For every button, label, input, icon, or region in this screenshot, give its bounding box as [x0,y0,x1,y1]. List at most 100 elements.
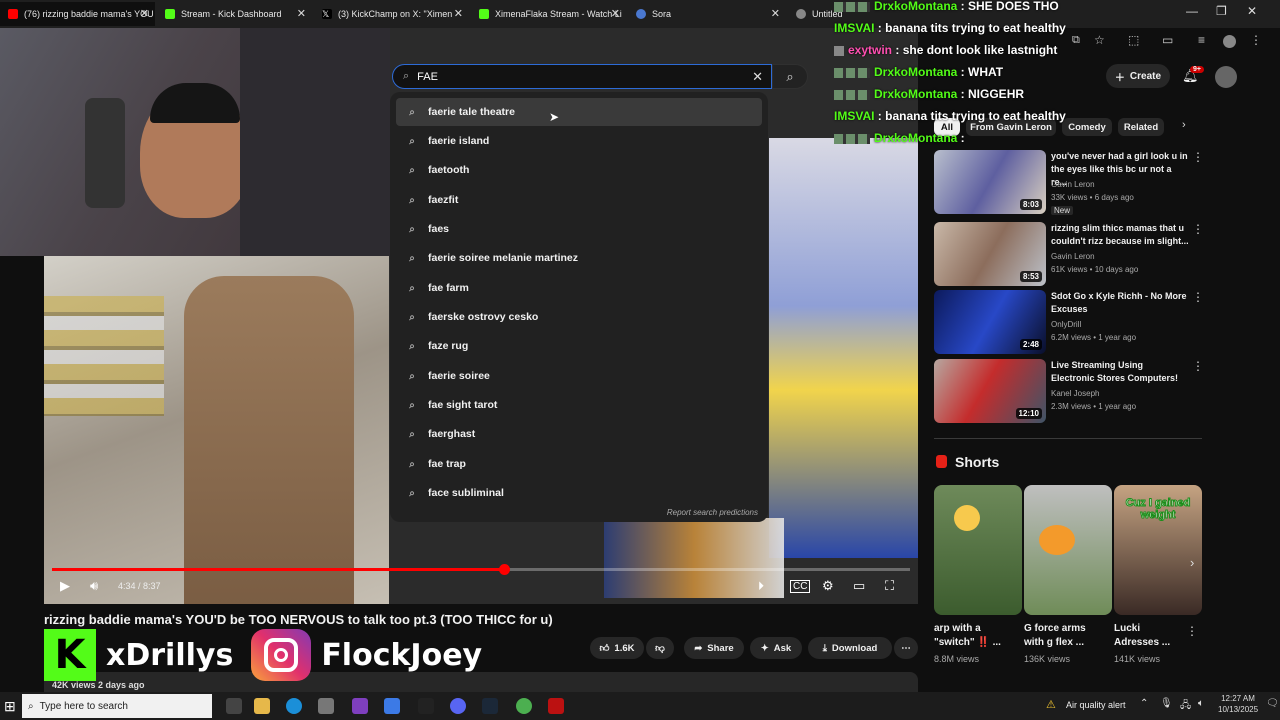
more-actions-button[interactable]: ⋯ [894,637,918,659]
tab-sora[interactable]: Sora ✕ [628,2,786,26]
theater-mode-icon[interactable]: ▭ [853,578,865,594]
tray-chevron-icon[interactable]: ⌃ [1140,698,1148,709]
profile-avatar[interactable] [1223,35,1236,48]
suggestion-item[interactable]: ⌕ faerghast [396,420,762,448]
share-button[interactable]: ➦ Share [684,637,744,659]
suggestion-item[interactable]: ⌕ faze rug [396,332,762,360]
app-icon[interactable] [548,698,564,714]
volume-icon[interactable]: 🔊︎ [90,578,98,594]
browser-menu-icon[interactable]: ⋮ [1250,33,1262,47]
microphone-icon[interactable]: 🎙︎ [1160,698,1173,709]
short-thumbnail[interactable] [934,485,1022,615]
chevron-right-icon[interactable]: › [1190,555,1194,570]
suggestion-item[interactable]: ⌕ fae trap [396,450,762,478]
file-explorer-icon[interactable] [254,698,270,714]
clear-search-icon[interactable]: ✕ [752,69,763,85]
video-thumbnail[interactable]: 8:03 [934,150,1046,214]
create-button[interactable]: ＋ Create [1106,64,1170,88]
short-title[interactable]: Lucki Adresses ... [1114,622,1174,650]
search-input[interactable]: FAE [417,71,438,83]
app-icon[interactable] [352,698,368,714]
close-icon[interactable]: ✕ [140,7,149,20]
settings-gear-icon[interactable]: ⚙︎ [822,578,834,594]
search-button[interactable]: ⌕ [772,64,808,89]
close-icon[interactable]: ✕ [771,7,780,20]
network-icon[interactable]: 🖧 [1180,698,1191,715]
channel-name[interactable]: Kanel Joseph [1051,389,1099,398]
minimize-icon[interactable]: — [1186,4,1198,18]
suggestion-item[interactable]: ⌕ fae farm [396,274,762,302]
account-avatar[interactable] [1215,66,1237,88]
speaker-icon[interactable]: 🔈︎ [1198,698,1204,709]
close-icon[interactable]: ✕ [297,7,306,20]
app-icon[interactable] [418,698,434,714]
tab-kick-dashboard[interactable]: Stream - Kick Dashboard ✕ [157,2,312,26]
video-progress-bar[interactable] [52,564,910,575]
captions-icon[interactable]: CC [790,580,811,593]
more-options-icon[interactable]: ⋮ [1192,222,1204,236]
chip-comedy[interactable]: Comedy [1062,118,1112,136]
video-thumbnail[interactable]: 2:48 [934,290,1046,354]
video-title[interactable]: Sdot Go x Kyle Richh - No More Excuses [1051,290,1189,316]
suggestion-item[interactable]: ⌕ faezfit [396,186,762,214]
close-icon[interactable]: ✕ [611,7,620,20]
tab-x[interactable]: 𝕏 (3) KickChamp on X: "Ximen ✕ [314,2,469,26]
install-icon[interactable]: ⧉ [1072,34,1080,47]
video-title[interactable]: Live Streaming Using Electronic Stores C… [1051,359,1189,385]
short-thumbnail[interactable] [1024,485,1112,615]
chevron-right-icon[interactable]: › [1182,119,1186,131]
recommended-video[interactable]: 8:53 rizzing slim thicc mamas that u cou… [934,222,1204,288]
channel-name[interactable]: Gavin Leron [1051,252,1095,261]
recommended-video[interactable]: 2:48 Sdot Go x Kyle Richh - No More Excu… [934,290,1204,356]
sidebar-icon[interactable]: ▭ [1162,33,1173,47]
play-icon[interactable]: ▶ [60,578,70,594]
clock-date[interactable]: 10/13/2025 [1218,705,1258,714]
suggestion-item[interactable]: ⌕ face subliminal [396,479,762,507]
suggestion-item[interactable]: ⌕ faerske ostrovy cesko [396,303,762,331]
edge-icon[interactable] [286,698,302,714]
clock-time[interactable]: 12:27 AM [1218,694,1258,703]
like-button[interactable]: 👍︎ 1.6K [590,637,644,659]
report-predictions-link[interactable]: Report search predictions [667,508,758,517]
copilot-icon[interactable] [384,698,400,714]
dislike-button[interactable]: 👎︎ [646,637,674,659]
suggestion-item[interactable]: ⌕ faerie soiree melanie martinez [396,244,762,272]
taskbar-search[interactable]: ⌕ Type here to search [22,694,212,718]
video-thumbnail[interactable]: 8:53 [934,222,1046,286]
chrome-icon[interactable] [516,698,532,714]
more-options-icon[interactable]: ⋮ [1192,150,1204,164]
ask-button[interactable]: ✦ Ask [750,637,802,659]
suggestion-item[interactable]: ⌕ faerie island [396,127,762,155]
bookmark-star-icon[interactable]: ☆ [1094,33,1105,47]
window-close-icon[interactable]: ✕ [1247,4,1257,18]
suggestion-item[interactable]: ⌕ fae sight tarot [396,391,762,419]
maximize-icon[interactable]: ❐ [1216,4,1227,18]
suggestion-item[interactable]: ⌕ faes [396,215,762,243]
more-options-icon[interactable]: ⋮ [1192,290,1204,304]
notification-center-icon[interactable]: 🗨︎ [1266,698,1279,709]
short-title[interactable]: G force arms with g flex ... [1024,622,1108,650]
short-title[interactable]: arp with a "switch" ‼️ ... [934,622,1018,650]
tab-kick-stream[interactable]: XimenaFlaka Stream - Watch Li ✕ [471,2,626,26]
app-icon[interactable] [318,698,334,714]
recommended-video[interactable]: 12:10 Live Streaming Using Electronic St… [934,359,1204,425]
windows-start-icon[interactable]: ⊞ [4,698,16,715]
discord-icon[interactable] [450,698,466,714]
suggestion-item[interactable]: ⌕ faetooth [396,156,762,184]
suggestion-item[interactable]: ⌕ faerie soiree [396,362,762,390]
download-button[interactable]: ⤓ Download [808,637,892,659]
air-quality-alert[interactable]: Air quality alert [1066,700,1126,710]
suggestion-item[interactable]: ⌕ faerie tale theatre [396,98,762,126]
close-icon[interactable]: ✕ [454,7,463,20]
video-title[interactable]: rizzing slim thicc mamas that u couldn't… [1051,222,1189,248]
video-thumbnail[interactable]: 12:10 [934,359,1046,423]
autoplay-toggle[interactable]: ⏵︎ [758,579,764,594]
recommended-video[interactable]: 8:03 you've never had a girl look u in t… [934,150,1204,216]
channel-name[interactable]: Gavin Leron [1051,180,1095,189]
short-thumbnail[interactable]: Cuz I gained weight [1114,485,1202,615]
channel-name[interactable]: OnlyDrill [1051,320,1081,329]
extensions-icon[interactable]: ⬚ [1128,33,1139,47]
search-bar[interactable]: ⌕ FAE ✕ [392,64,772,89]
tab-youtube[interactable]: (76) rizzing baddie mama's YOU ✕ [0,2,155,26]
more-options-icon[interactable]: ⋮ [1192,359,1204,373]
